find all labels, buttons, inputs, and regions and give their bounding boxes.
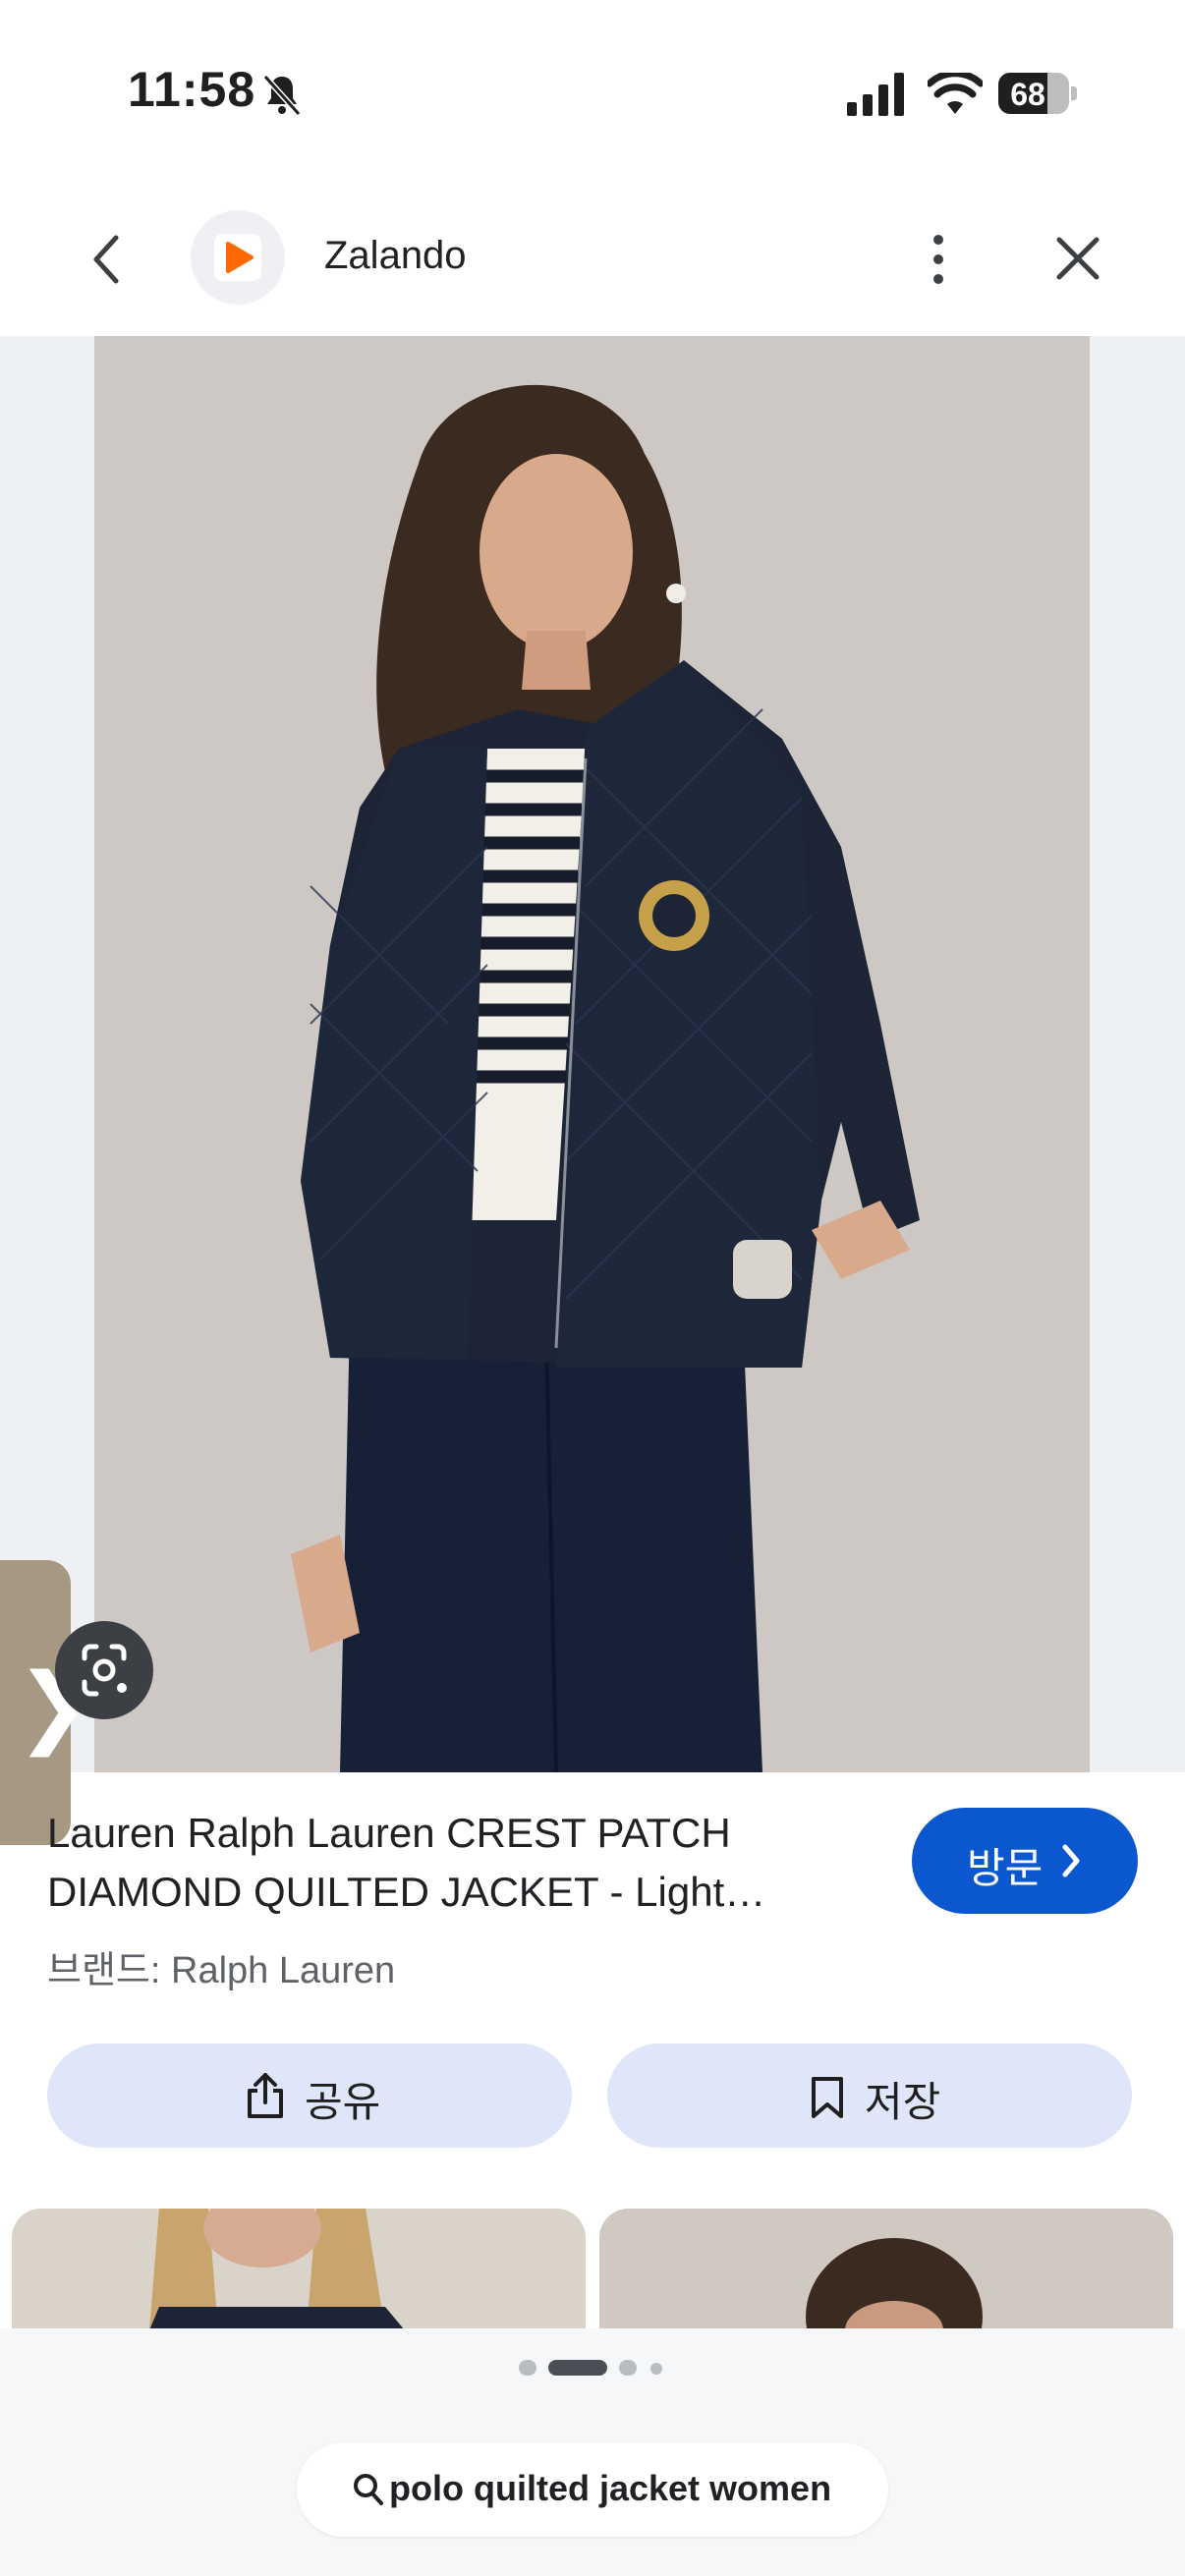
camera-lens-icon [82, 1644, 127, 1697]
share-label: 공유 [305, 2079, 381, 2125]
back-arrow-icon[interactable] [85, 232, 128, 287]
pager-dot [519, 2360, 536, 2376]
visit-button-label: 방문 [967, 1845, 1044, 1891]
battery-level: 68 [1010, 77, 1045, 112]
play-logo-icon [226, 242, 254, 273]
product-title[interactable]: Lauren Ralph Lauren CREST PATCH DIAMOND … [47, 1804, 863, 1922]
more-vert-icon[interactable] [924, 230, 953, 289]
chevron-right-icon [1062, 1844, 1080, 1877]
related-image-card[interactable] [599, 2209, 1173, 2330]
product-title-line-1: Lauren Ralph Lauren CREST PATCH [47, 1810, 731, 1856]
product-image[interactable] [94, 336, 1090, 1772]
close-icon[interactable] [1053, 232, 1102, 285]
bookmark-icon [812, 2077, 843, 2118]
related-photo-1 [12, 2209, 586, 2330]
related-photo-2 [599, 2209, 1173, 2330]
pager-dot [650, 2363, 662, 2375]
signal-icon [847, 73, 904, 116]
save-label: 저장 [865, 2079, 941, 2125]
wifi-icon [928, 73, 983, 114]
brand-text: 브랜드: Ralph Lauren [47, 1950, 396, 1991]
search-query-text: polo quilted jacket women [389, 2468, 832, 2508]
save-button[interactable]: 저장 [607, 2044, 1132, 2148]
product-title-line-2: DIAMOND QUILTED JACKET - Light… [47, 1869, 766, 1915]
related-image-card[interactable] [12, 2209, 586, 2330]
battery-icon: 68 [998, 73, 1077, 114]
search-query-chip[interactable]: polo quilted jacket women [297, 2442, 888, 2537]
site-name[interactable]: Zalando [324, 234, 467, 278]
visit-button[interactable]: 방문 [912, 1808, 1138, 1914]
share-icon [248, 2073, 283, 2118]
model-in-jacket-illustration [94, 336, 1090, 1772]
pager-dot-active [548, 2360, 607, 2376]
share-button[interactable]: 공유 [47, 2044, 572, 2148]
pager-dot [619, 2360, 637, 2376]
lens-search-button[interactable] [55, 1621, 153, 1719]
zalando-logo [191, 210, 285, 305]
status-time: 11:58 [128, 62, 256, 117]
search-icon [354, 2474, 383, 2505]
bell-slash-icon [262, 74, 302, 117]
